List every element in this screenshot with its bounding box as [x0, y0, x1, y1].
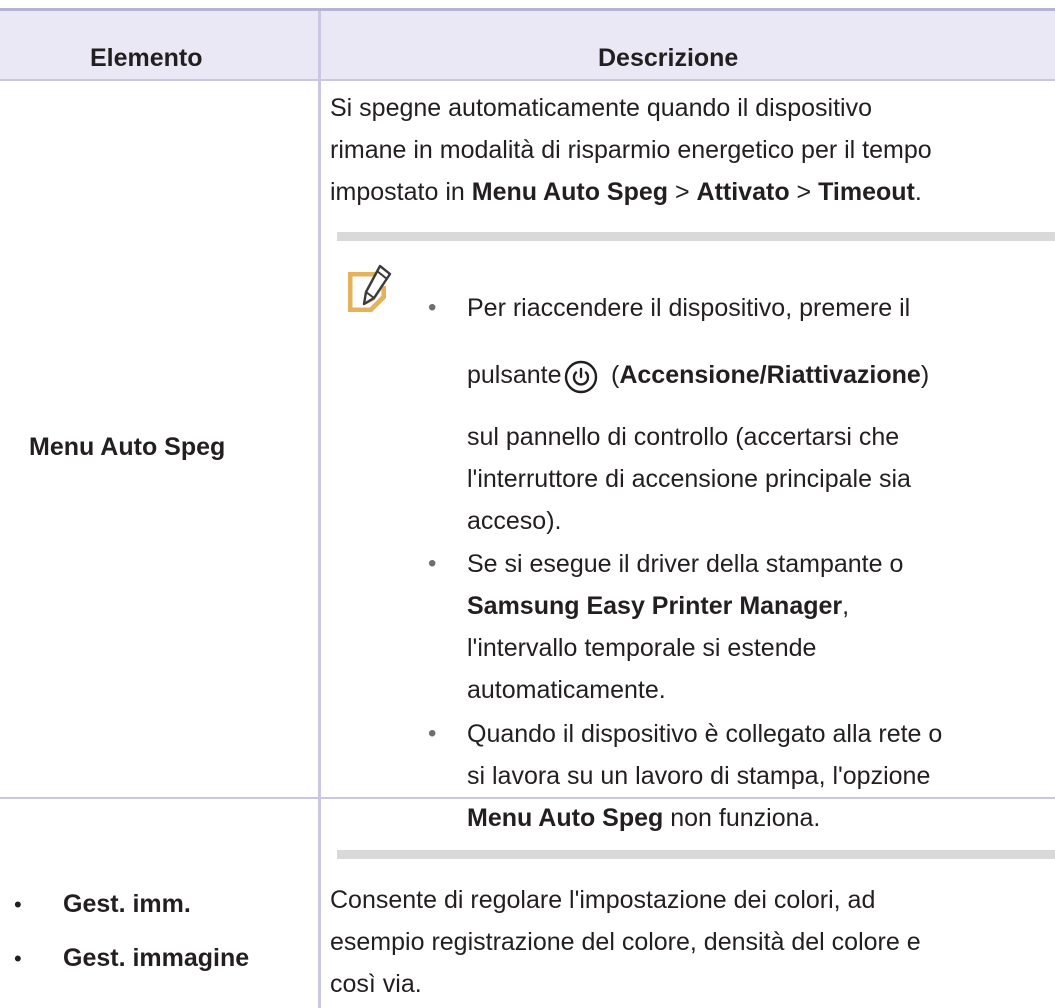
bullet-dot: •: [428, 550, 437, 577]
note-text: pulsante: [467, 361, 562, 389]
note-text: non funziona.: [663, 804, 821, 832]
description-text: impostato in: [330, 178, 472, 206]
menu-path-item: Menu Auto Speg: [471, 178, 669, 206]
note-text: Quando il dispositivo è collegato alla r…: [467, 720, 943, 748]
note-text-line: Menu Auto Speg non funziona.: [467, 799, 820, 837]
menu-path-item: Attivato: [696, 178, 790, 206]
note-text: sul pannello di controllo (accertarsi ch…: [467, 423, 900, 451]
path-separator: >: [789, 178, 819, 206]
description-path-line: impostato in Menu Auto Speg > Attivato >…: [330, 173, 922, 211]
note-text: si lavora su un lavoro di stampa, l'opzi…: [467, 762, 931, 790]
description-line: esempio registrazione del colore, densit…: [330, 928, 921, 956]
note-text: ,: [842, 592, 850, 620]
note-bottom-bar: [337, 850, 1055, 859]
note-top-bar: [337, 232, 1055, 241]
row-label-menu-auto-speg: Menu Auto Speg: [29, 433, 226, 461]
software-name: Samsung Easy Printer Manager: [467, 592, 843, 620]
row-label-item: Gest. immagine: [63, 944, 250, 972]
power-icon: [564, 360, 598, 394]
description-line: rimane in modalità di risparmio energeti…: [330, 136, 932, 164]
header-description-cell: Descrizione: [321, 11, 1055, 79]
row-label-item: Gest. imm.: [63, 890, 191, 918]
header-description: Descrizione: [598, 44, 739, 72]
note-text: acceso).: [467, 507, 562, 535]
bullet-dot: •: [428, 294, 437, 321]
power-button-label: Accensione/Riattivazione: [619, 361, 921, 389]
note-text: Per riaccendere il dispositivo, premere …: [467, 294, 911, 322]
note-text: l'intervallo temporale si estende: [467, 634, 817, 662]
path-separator: >: [668, 178, 697, 206]
note-text: Se si esegue il driver della stampante o: [467, 550, 904, 578]
note-text: automaticamente.: [467, 676, 666, 704]
bullet-dot: •: [14, 892, 22, 917]
note-pencil-icon: [348, 264, 392, 312]
header-bottom-rule: [0, 79, 1055, 81]
menu-path-item: Timeout: [818, 178, 915, 206]
column-divider: [318, 11, 321, 1008]
header-element-cell: Elemento: [0, 11, 318, 79]
description-line: Consente di regolare l'impostazione dei …: [330, 886, 876, 914]
description-text: .: [914, 178, 922, 206]
description-line: Si spegne automaticamente quando il disp…: [330, 94, 873, 122]
note-button-label-line: (Accensione/Riattivazione): [611, 361, 930, 389]
description-line: così via.: [330, 970, 422, 998]
header-element: Elemento: [90, 44, 203, 72]
note-text-line: Samsung Easy Printer Manager,: [467, 587, 849, 625]
note-text: l'interruttore di accensione principale …: [467, 465, 911, 493]
manual-page: Elemento Descrizione Menu Auto Speg Si s…: [0, 0, 1055, 1008]
bullet-dot: •: [14, 946, 22, 971]
menu-name: Menu Auto Speg: [467, 804, 664, 832]
bullet-dot: •: [428, 720, 437, 747]
